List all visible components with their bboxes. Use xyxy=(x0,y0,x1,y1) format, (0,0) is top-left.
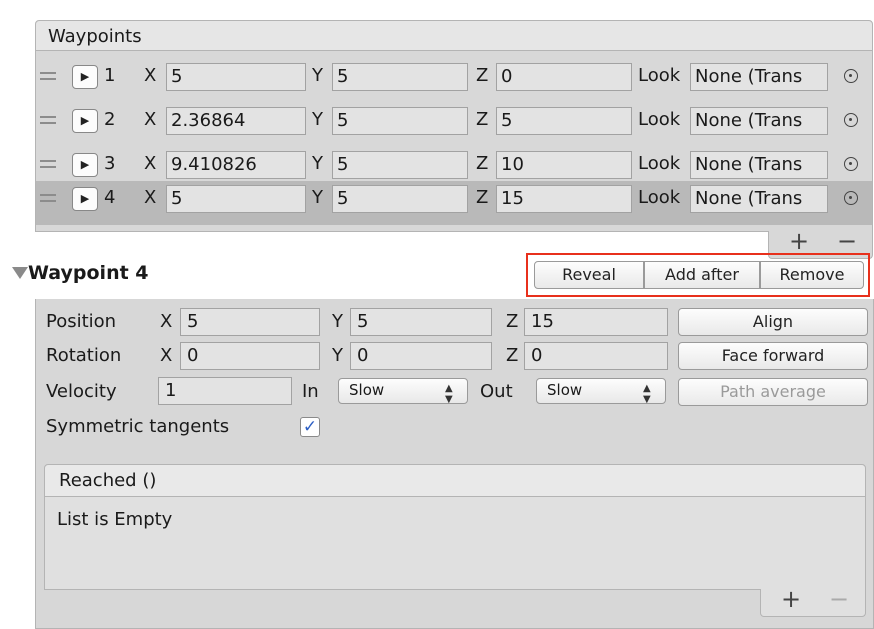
symmetric-tangents-label: Symmetric tangents xyxy=(46,416,230,437)
object-picker-icon[interactable] xyxy=(844,69,858,83)
z-label: Z xyxy=(506,311,519,332)
waypoint-y-field[interactable]: 5 xyxy=(332,151,468,179)
out-label: Out xyxy=(480,381,513,402)
waypoint-x-field[interactable]: 2.36864 xyxy=(166,107,306,135)
in-select[interactable]: Slow ▲ ▼ xyxy=(338,378,468,405)
x-label: X xyxy=(160,311,173,332)
waypoint-z-field[interactable]: 15 xyxy=(496,185,632,213)
x-label: X xyxy=(160,345,173,366)
object-picker-icon[interactable] xyxy=(844,157,858,171)
look-label: Look xyxy=(638,109,681,130)
position-x-field[interactable]: 5 xyxy=(180,308,320,336)
triangle-right-icon[interactable]: ▶ xyxy=(72,187,98,211)
waypoint-row-2[interactable]: ▶ 2 X 2.36864 Y 5 Z 5 Look None (Trans xyxy=(36,103,872,147)
face-forward-button[interactable]: Face forward xyxy=(678,342,868,370)
position-y-field[interactable]: 5 xyxy=(350,308,492,336)
up-down-arrows-icon: ▲ ▼ xyxy=(445,383,453,405)
out-select[interactable]: Slow ▲ ▼ xyxy=(536,378,666,405)
z-label: Z xyxy=(506,345,519,366)
triangle-right-icon[interactable]: ▶ xyxy=(72,65,98,89)
reveal-button[interactable]: Reveal xyxy=(534,261,644,289)
waypoint-row-4-selected[interactable]: ▶ 4 X 5 Y 5 Z 15 Look None (Trans xyxy=(36,181,872,225)
z-label: Z xyxy=(476,187,489,208)
y-label: Y xyxy=(332,311,343,332)
reached-event-footer: + − xyxy=(760,585,866,617)
waypoint-z-field[interactable]: 10 xyxy=(496,151,632,179)
drag-handle-icon[interactable] xyxy=(40,191,56,205)
waypoint-y-field[interactable]: 5 xyxy=(332,107,468,135)
reached-event-header: Reached () xyxy=(45,465,865,497)
triangle-right-icon[interactable]: ▶ xyxy=(72,153,98,177)
y-label: Y xyxy=(332,345,343,366)
waypoint-detail-title[interactable]: Waypoint 4 xyxy=(28,262,149,284)
drag-handle-icon[interactable] xyxy=(40,157,56,171)
remove-button[interactable]: Remove xyxy=(760,261,864,289)
waypoint-z-field[interactable]: 5 xyxy=(496,107,632,135)
waypoint-index: 2 xyxy=(104,109,116,130)
add-event-button[interactable]: + xyxy=(781,585,801,613)
waypoint-index: 1 xyxy=(104,65,116,86)
waypoint-y-field[interactable]: 5 xyxy=(332,63,468,91)
remove-waypoint-button[interactable]: − xyxy=(837,227,857,255)
look-label: Look xyxy=(638,187,681,208)
velocity-label: Velocity xyxy=(46,381,117,402)
waypoint-x-field[interactable]: 9.410826 xyxy=(166,151,306,179)
rotation-z-field[interactable]: 0 xyxy=(524,342,668,370)
align-button[interactable]: Align xyxy=(678,308,868,336)
x-label: X xyxy=(144,187,157,208)
waypoints-list-header: Waypoints xyxy=(36,21,872,51)
x-label: X xyxy=(144,153,157,174)
up-down-arrows-icon: ▲ ▼ xyxy=(643,383,651,405)
x-label: X xyxy=(144,65,157,86)
position-z-field[interactable]: 15 xyxy=(524,308,668,336)
add-after-button[interactable]: Add after xyxy=(644,261,760,289)
empty-list-text: List is Empty xyxy=(57,509,173,530)
rotation-label: Rotation xyxy=(46,345,122,366)
look-at-field[interactable]: None (Trans xyxy=(690,185,828,213)
waypoints-list: Waypoints ▶ 1 X 5 Y 5 Z 0 Look None (Tra… xyxy=(35,20,873,232)
look-at-field[interactable]: None (Trans xyxy=(690,151,828,179)
in-label: In xyxy=(302,381,319,402)
look-at-field[interactable]: None (Trans xyxy=(690,63,828,91)
symmetric-tangents-checkbox[interactable]: ✓ xyxy=(300,417,320,437)
waypoint-x-field[interactable]: 5 xyxy=(166,185,306,213)
z-label: Z xyxy=(476,109,489,130)
velocity-field[interactable]: 1 xyxy=(158,377,292,405)
object-picker-icon[interactable] xyxy=(844,191,858,205)
triangle-down-icon[interactable] xyxy=(12,267,28,279)
triangle-right-icon[interactable]: ▶ xyxy=(72,109,98,133)
rotation-x-field[interactable]: 0 xyxy=(180,342,320,370)
position-label: Position xyxy=(46,311,117,332)
waypoint-row-1[interactable]: ▶ 1 X 5 Y 5 Z 0 Look None (Trans xyxy=(36,59,872,103)
checkmark-icon: ✓ xyxy=(302,417,318,437)
path-average-button: Path average xyxy=(678,378,868,406)
z-label: Z xyxy=(476,65,489,86)
waypoint-x-field[interactable]: 5 xyxy=(166,63,306,91)
reached-event-list: Reached () List is Empty xyxy=(44,464,866,590)
z-label: Z xyxy=(476,153,489,174)
y-label: Y xyxy=(312,187,323,208)
object-picker-icon[interactable] xyxy=(844,113,858,127)
y-label: Y xyxy=(312,153,323,174)
drag-handle-icon[interactable] xyxy=(40,69,56,83)
look-label: Look xyxy=(638,65,681,86)
drag-handle-icon[interactable] xyxy=(40,113,56,127)
look-label: Look xyxy=(638,153,681,174)
y-label: Y xyxy=(312,65,323,86)
look-at-field[interactable]: None (Trans xyxy=(690,107,828,135)
out-select-value: Slow xyxy=(547,381,583,399)
y-label: Y xyxy=(312,109,323,130)
waypoint-index: 3 xyxy=(104,153,116,174)
waypoint-index: 4 xyxy=(104,187,116,208)
x-label: X xyxy=(144,109,157,130)
waypoint-y-field[interactable]: 5 xyxy=(332,185,468,213)
in-select-value: Slow xyxy=(349,381,385,399)
remove-event-button[interactable]: − xyxy=(829,585,849,613)
add-waypoint-button[interactable]: + xyxy=(789,227,809,255)
waypoint-z-field[interactable]: 0 xyxy=(496,63,632,91)
rotation-y-field[interactable]: 0 xyxy=(350,342,492,370)
